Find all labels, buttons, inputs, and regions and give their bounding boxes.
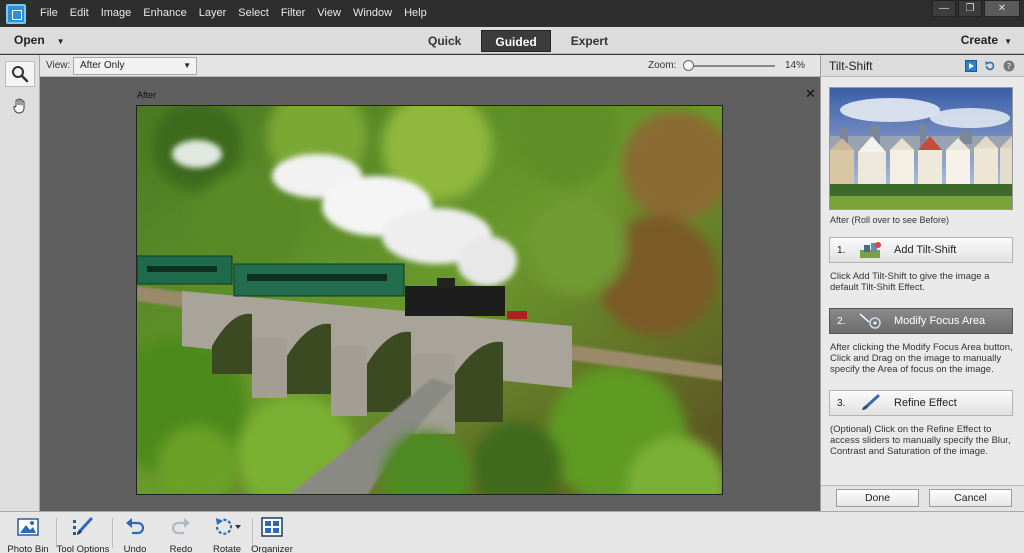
zoom-label: Zoom: xyxy=(648,60,677,71)
reset-icon[interactable] xyxy=(984,60,996,72)
focus-area-icon xyxy=(856,311,884,331)
brush-icon xyxy=(856,393,884,413)
step-description: Click Add Tilt-Shift to give the image a… xyxy=(830,271,990,293)
organizer-icon xyxy=(261,517,283,537)
step-label: Refine Effect xyxy=(894,397,957,409)
step-number: 3. xyxy=(837,397,846,409)
zoom-tool[interactable] xyxy=(4,61,35,87)
after-label: After xyxy=(137,90,157,100)
refine-effect-button[interactable]: 3. Refine Effect xyxy=(829,390,1013,416)
help-icon[interactable]: ? xyxy=(1003,60,1015,72)
houses-thumbnail xyxy=(830,88,1012,209)
menu-image[interactable]: Image xyxy=(95,0,138,27)
thumbnail-caption: After (Roll over to see Before) xyxy=(830,215,950,225)
close-window-button[interactable]: ✕ xyxy=(984,0,1020,17)
bottom-bar: Photo Bin Tool Options Undo Redo Rotate … xyxy=(0,511,1024,553)
photo-bin-button[interactable]: Photo Bin xyxy=(0,516,56,553)
tool-options-button[interactable]: Tool Options xyxy=(55,516,111,553)
view-select-value: After Only xyxy=(80,60,125,71)
step-label: Add Tilt-Shift xyxy=(894,244,957,256)
restore-button[interactable]: ❐ xyxy=(958,0,982,17)
step-label: Modify Focus Area xyxy=(894,315,986,327)
photo-bin-icon xyxy=(17,518,39,536)
menu-select[interactable]: Select xyxy=(232,0,275,27)
mode-tabs: Quick Guided Expert xyxy=(414,30,622,52)
done-button[interactable]: Done xyxy=(836,489,919,507)
view-select[interactable]: After Only ▼ xyxy=(73,57,197,75)
step-description: (Optional) Click on the Refine Effect to… xyxy=(830,424,1011,457)
view-bar: View: After Only ▼ Zoom: 14% xyxy=(40,55,820,77)
step-number: 1. xyxy=(837,244,846,256)
panel-footer: Done Cancel xyxy=(821,485,1024,511)
organizer-label: Organizer xyxy=(251,544,293,553)
add-tilt-shift-button[interactable]: 1. Add Tilt-Shift xyxy=(829,237,1013,263)
hand-tool[interactable] xyxy=(5,93,35,119)
train-viaduct-photo xyxy=(137,106,722,494)
rotate-icon xyxy=(215,518,241,535)
guided-panel: Tilt-Shift ? After (Roll over to see Bef… xyxy=(820,55,1024,511)
photo-image[interactable] xyxy=(136,105,723,495)
chevron-down-icon: ▼ xyxy=(56,37,65,46)
photo-bin-label: Photo Bin xyxy=(7,544,49,553)
chevron-down-icon: ▼ xyxy=(183,61,191,70)
tool-options-label: Tool Options xyxy=(56,544,110,553)
menu-edit[interactable]: Edit xyxy=(64,0,95,27)
modify-focus-area-button[interactable]: 2. Modify Focus Area xyxy=(829,308,1013,334)
panel-title: Tilt-Shift xyxy=(829,59,873,73)
window-controls: — ❐ ✕ xyxy=(930,0,1020,17)
panel-header: Tilt-Shift ? xyxy=(821,55,1024,77)
menu-view[interactable]: View xyxy=(311,0,347,27)
zoom-slider-thumb[interactable] xyxy=(683,60,694,71)
zoom-value: 14% xyxy=(785,60,806,71)
open-label: Open xyxy=(14,33,45,47)
open-button[interactable]: Open ▼ xyxy=(14,27,65,55)
menu-window[interactable]: Window xyxy=(347,0,398,27)
create-button[interactable]: Create ▼ xyxy=(961,27,1012,55)
play-icon[interactable] xyxy=(965,60,977,72)
before-after-thumbnail[interactable] xyxy=(829,87,1013,210)
tab-guided[interactable]: Guided xyxy=(481,30,551,52)
toolbox xyxy=(0,55,40,511)
view-label: View: xyxy=(46,60,71,71)
tab-expert[interactable]: Expert xyxy=(557,30,622,52)
undo-icon xyxy=(126,518,145,535)
organizer-button[interactable]: Organizer xyxy=(244,516,300,553)
mode-bar: Open ▼ Quick Guided Expert Create ▼ xyxy=(0,27,1024,54)
cancel-button[interactable]: Cancel xyxy=(929,489,1012,507)
close-icon[interactable]: ✕ xyxy=(805,86,816,102)
menu-bar: File Edit Image Enhance Layer Select Fil… xyxy=(0,0,1024,27)
tilt-shift-icon xyxy=(856,240,884,260)
svg-text:?: ? xyxy=(1007,62,1011,71)
create-label: Create xyxy=(960,33,999,47)
menu-layer[interactable]: Layer xyxy=(193,0,233,27)
step-number: 2. xyxy=(837,315,846,327)
zoom-slider[interactable] xyxy=(683,60,775,71)
image-canvas: After ✕ xyxy=(40,77,820,511)
magnifier-icon xyxy=(11,66,28,83)
chevron-down-icon: ▼ xyxy=(1004,37,1012,46)
app-logo-icon xyxy=(6,3,26,24)
menu-enhance[interactable]: Enhance xyxy=(137,0,192,27)
menu-filter[interactable]: Filter xyxy=(275,0,311,27)
step-description: After clicking the Modify Focus Area but… xyxy=(830,342,1013,375)
minimize-button[interactable]: — xyxy=(932,0,956,17)
hand-icon xyxy=(12,98,24,114)
menu-file[interactable]: File xyxy=(34,0,64,27)
redo-icon xyxy=(171,518,190,535)
tab-quick[interactable]: Quick xyxy=(414,30,475,52)
menu-help[interactable]: Help xyxy=(398,0,433,27)
tool-options-icon xyxy=(73,517,93,535)
